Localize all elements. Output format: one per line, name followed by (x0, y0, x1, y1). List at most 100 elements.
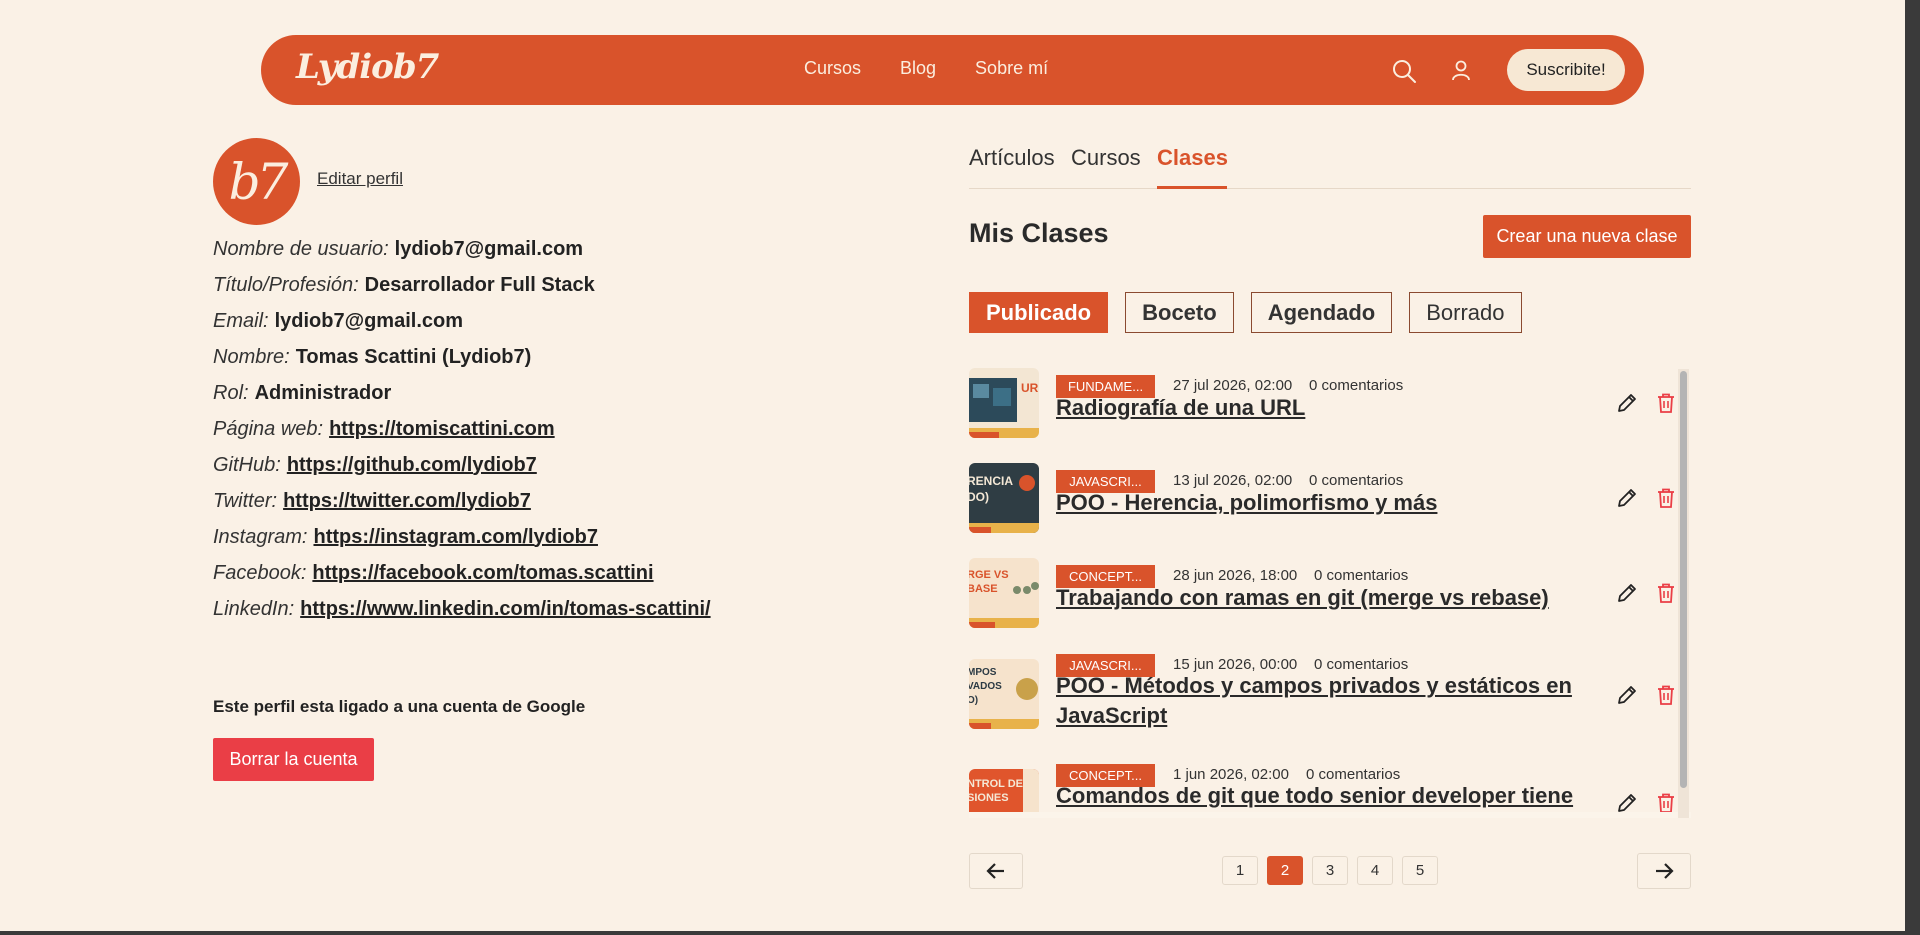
item-title[interactable]: POO - Métodos y campos privados y estáti… (1056, 671, 1596, 731)
main-nav: Cursos Blog Sobre mí (804, 58, 1048, 79)
item-thumbnail[interactable]: MPOS VADOS O) (969, 659, 1039, 729)
item-thumbnail[interactable]: RGE VS BASE (969, 558, 1039, 628)
item-comments: 0 comentarios (1309, 472, 1404, 489)
nav-link-cursos[interactable]: Cursos (804, 58, 861, 79)
trash-icon[interactable] (1655, 487, 1677, 509)
profile-row-github: GitHub: https://github.com/lydiob7 (213, 453, 537, 477)
profile-row-name: Nombre: Tomas Scattini (Lydiob7) (213, 345, 532, 368)
filter-agendado[interactable]: Agendado (1250, 292, 1393, 333)
item-date: 28 jun 2026, 18:00 (1173, 567, 1298, 584)
status-filters: Publicado Boceto Agendado Borrado (969, 292, 1522, 333)
svg-text:UR: UR (1021, 381, 1039, 395)
profile-row-title: Título/Profesión: Desarrollador Full Sta… (213, 273, 595, 296)
tab-articulos[interactable]: Artículos (969, 145, 1055, 171)
svg-text:RGE VS: RGE VS (969, 569, 1009, 581)
linkedin-link[interactable]: https://www.linkedin.com/in/tomas-scatti… (300, 598, 710, 621)
item-title[interactable]: Trabajando con ramas en git (merge vs re… (1056, 583, 1616, 613)
site-logo[interactable]: Lydiob7 (296, 47, 439, 87)
pencil-icon[interactable] (1616, 392, 1638, 414)
svg-text:NTROL DE: NTROL DE (969, 778, 1023, 790)
tab-clases[interactable]: Clases (1157, 145, 1228, 171)
profile-row-facebook: Facebook: https://facebook.com/tomas.sca… (213, 561, 654, 585)
svg-text:MPOS: MPOS (969, 667, 997, 678)
title-value: Desarrollador Full Stack (364, 273, 595, 296)
item-date: 27 jul 2026, 02:00 (1173, 377, 1293, 394)
list-item: RENCIA DO) JAVASCRI... 13 jul 2026, 02:0… (969, 462, 1674, 552)
content-tabs: Artículos Cursos Clases (969, 145, 1691, 189)
page-1-button[interactable]: 1 (1222, 856, 1258, 885)
trash-icon[interactable] (1655, 684, 1677, 706)
page-2-button[interactable]: 2 (1267, 856, 1303, 885)
search-icon[interactable] (1391, 58, 1417, 84)
svg-text:RENCIA: RENCIA (969, 474, 1013, 488)
list-bottom-edge (969, 812, 1691, 818)
item-date: 13 jul 2026, 02:00 (1173, 472, 1293, 489)
page-5-button[interactable]: 5 (1402, 856, 1438, 885)
svg-text:DO): DO) (969, 490, 989, 504)
role-value: Administrador (254, 381, 392, 404)
nav-link-blog[interactable]: Blog (900, 58, 936, 79)
item-title[interactable]: Comandos de git que todo senior develope… (1056, 781, 1616, 811)
arrow-left-icon (986, 863, 1004, 879)
list-item: MPOS VADOS O) JAVASCRI... 15 jun 2026, 0… (969, 654, 1674, 754)
user-icon[interactable] (1450, 58, 1472, 82)
section-title: Mis Clases (969, 218, 1109, 248)
prev-page-button[interactable] (969, 853, 1023, 889)
profile-row-role: Rol: Administrador (213, 381, 392, 404)
tab-cursos[interactable]: Cursos (1071, 145, 1141, 171)
active-tab-indicator (1157, 186, 1227, 189)
pencil-icon[interactable] (1616, 582, 1638, 604)
google-account-note: Este perfil esta ligado a una cuenta de … (213, 697, 586, 716)
list-scrollbar-thumb[interactable] (1680, 371, 1687, 788)
delete-account-button[interactable]: Borrar la cuenta (213, 738, 374, 781)
page-3-button[interactable]: 3 (1312, 856, 1348, 885)
next-page-button[interactable] (1637, 853, 1691, 889)
site-header: Lydiob7 Cursos Blog Sobre mí Suscribite! (261, 35, 1644, 105)
twitter-link[interactable]: https://twitter.com/lydiob7 (283, 490, 531, 513)
filter-borrado[interactable]: Borrado (1409, 292, 1522, 333)
profile-row-website: Página web: https://tomiscattini.com (213, 417, 555, 441)
svg-text:BASE: BASE (969, 583, 998, 595)
profile-row-email: Email: lydiob7@gmail.com (213, 309, 464, 332)
website-link[interactable]: https://tomiscattini.com (329, 418, 555, 441)
svg-text:SIONES: SIONES (969, 792, 1009, 804)
classes-list[interactable]: UR FUNDAME... 27 jul 2026, 02:00 0 comen… (969, 367, 1691, 817)
item-thumbnail[interactable]: UR (969, 368, 1039, 438)
list-item: RGE VS BASE CONCEPT... 28 jun 2026, 18:0… (969, 557, 1674, 647)
subscribe-button[interactable]: Suscribite! (1507, 49, 1625, 91)
profile-row-instagram: Instagram: https://instagram.com/lydiob7 (213, 525, 598, 549)
filter-publicado[interactable]: Publicado (969, 292, 1109, 333)
list-item: UR FUNDAME... 27 jul 2026, 02:00 0 comen… (969, 367, 1674, 457)
arrow-right-icon (1656, 863, 1674, 879)
item-title[interactable]: POO - Herencia, polimorfismo y más (1056, 488, 1596, 518)
edit-profile-link[interactable]: Editar perfil (317, 169, 403, 189)
trash-icon[interactable] (1655, 582, 1677, 604)
facebook-link[interactable]: https://facebook.com/tomas.scattini (312, 562, 653, 585)
name-value: Tomas Scattini (Lydiob7) (295, 345, 532, 368)
nav-link-sobre-mi[interactable]: Sobre mí (975, 58, 1048, 79)
profile-details: Nombre de usuario: lydiob7@gmail.com Tít… (213, 231, 711, 627)
list-item: NTROL DE SIONES CONCEPT... 1 jun 2026, 0… (969, 764, 1674, 817)
window-edge (1905, 0, 1920, 935)
item-thumbnail[interactable]: NTROL DE SIONES (969, 769, 1039, 817)
trash-icon[interactable] (1655, 392, 1677, 414)
pencil-icon[interactable] (1616, 792, 1638, 814)
window-bottom-edge (0, 931, 1905, 935)
instagram-link[interactable]: https://instagram.com/lydiob7 (313, 526, 597, 549)
svg-text:O): O) (969, 695, 978, 706)
item-title[interactable]: Radiografía de una URL (1056, 393, 1596, 423)
page-4-button[interactable]: 4 (1357, 856, 1393, 885)
avatar: b7 (213, 138, 300, 225)
pencil-icon[interactable] (1616, 684, 1638, 706)
email-value: lydiob7@gmail.com (274, 309, 464, 332)
github-link[interactable]: https://github.com/lydiob7 (287, 454, 537, 477)
item-comments: 0 comentarios (1309, 377, 1404, 394)
item-comments: 0 comentarios (1314, 567, 1409, 584)
profile-row-linkedin: LinkedIn: https://www.linkedin.com/in/to… (213, 597, 711, 621)
filter-boceto[interactable]: Boceto (1125, 292, 1234, 333)
pencil-icon[interactable] (1616, 487, 1638, 509)
item-thumbnail[interactable]: RENCIA DO) (969, 463, 1039, 533)
profile-row-twitter: Twitter: https://twitter.com/lydiob7 (213, 489, 531, 513)
trash-icon[interactable] (1655, 792, 1677, 814)
create-class-button[interactable]: Crear una nueva clase (1483, 215, 1691, 258)
